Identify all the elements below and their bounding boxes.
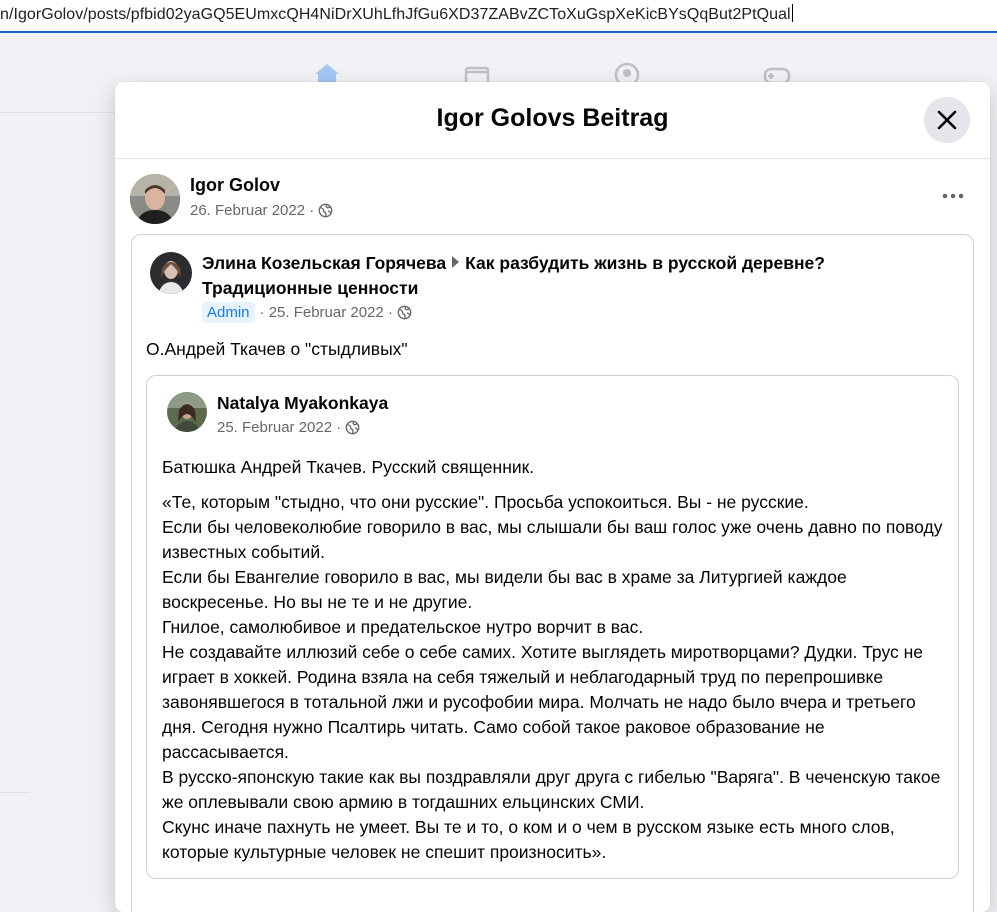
post-line: Не создавайте иллюзий себе о себе самих.… bbox=[162, 642, 924, 762]
original-post-card: Natalya Myakonkaya 25. Februar 2022 · Ба… bbox=[146, 375, 959, 879]
more-dots-icon bbox=[942, 193, 964, 199]
more-options-button[interactable] bbox=[933, 182, 973, 210]
globe-icon[interactable] bbox=[397, 305, 412, 320]
author-avatar[interactable] bbox=[130, 174, 180, 224]
original-post-date[interactable]: 25. Februar 2022 · bbox=[217, 419, 341, 436]
caret-right-icon bbox=[452, 256, 460, 268]
post-line: «Те, которым "стыдно, что они русские". … bbox=[162, 492, 809, 512]
post-paragraph: Батюшка Андрей Ткачев. Русский священник… bbox=[162, 457, 535, 477]
post-date[interactable]: 26. Februar 2022 · bbox=[190, 202, 314, 219]
post-meta: 26. Februar 2022 · bbox=[190, 202, 333, 219]
close-button[interactable] bbox=[924, 97, 970, 143]
admin-badge: Admin bbox=[202, 302, 255, 323]
group-author-avatar[interactable] bbox=[150, 252, 192, 294]
dialog-title: Igor Golovs Beitrag bbox=[436, 104, 669, 132]
original-post-body: «Те, которым "стыдно, что они русские". … bbox=[162, 490, 952, 865]
shared-post-date[interactable]: · 25. Februar 2022 · bbox=[260, 304, 393, 321]
post-line: Если бы человеколюбие говорило в вас, мы… bbox=[162, 517, 943, 562]
address-bar[interactable]: n/IgorGolov/posts/pfbid02yaGQ5EUmxcQH4Ni… bbox=[0, 0, 997, 33]
globe-icon[interactable] bbox=[318, 203, 333, 218]
original-post-meta: 25. Februar 2022 · bbox=[217, 419, 360, 436]
shared-post-meta: Admin · 25. Februar 2022 · bbox=[202, 302, 412, 323]
group-author-name[interactable]: Элина Козельская Горячева bbox=[202, 253, 446, 273]
sidebar-divider bbox=[0, 792, 30, 793]
post-dialog: Igor Golovs Beitrag Igor Golov 26. Febru… bbox=[115, 82, 990, 912]
globe-icon[interactable] bbox=[345, 420, 360, 435]
shared-post-header: Элина Козельская Горячева Как разбудить ж… bbox=[202, 251, 942, 301]
shared-post-card: Элина Козельская Горячева Как разбудить ж… bbox=[131, 234, 974, 912]
author-name[interactable]: Igor Golov bbox=[190, 175, 280, 196]
url-text[interactable]: n/IgorGolov/posts/pfbid02yaGQ5EUmxcQH4Ni… bbox=[0, 4, 793, 24]
original-author-name[interactable]: Natalya Myakonkaya bbox=[217, 393, 388, 414]
close-icon bbox=[937, 110, 957, 130]
post-line: В русско-японскую такие как вы поздравля… bbox=[162, 767, 941, 812]
post-line: Гнилое, самолюбивое и предательское нутр… bbox=[162, 617, 644, 637]
text-caret bbox=[791, 4, 793, 22]
dialog-header: Igor Golovs Beitrag bbox=[115, 82, 990, 159]
post-line: Скунс иначе пахнуть не умеет. Вы те и то… bbox=[162, 817, 895, 862]
left-sidebar bbox=[0, 35, 115, 899]
sidebar-divider bbox=[0, 112, 115, 113]
original-post-intro: Батюшка Андрей Ткачев. Русский священник… bbox=[162, 455, 952, 480]
shared-post-text: О.Андрей Ткачев о "стыдливых" bbox=[146, 339, 408, 359]
post-line: Если бы Евангелие говорило в вас, мы вид… bbox=[162, 567, 847, 612]
original-author-avatar[interactable] bbox=[167, 392, 207, 432]
